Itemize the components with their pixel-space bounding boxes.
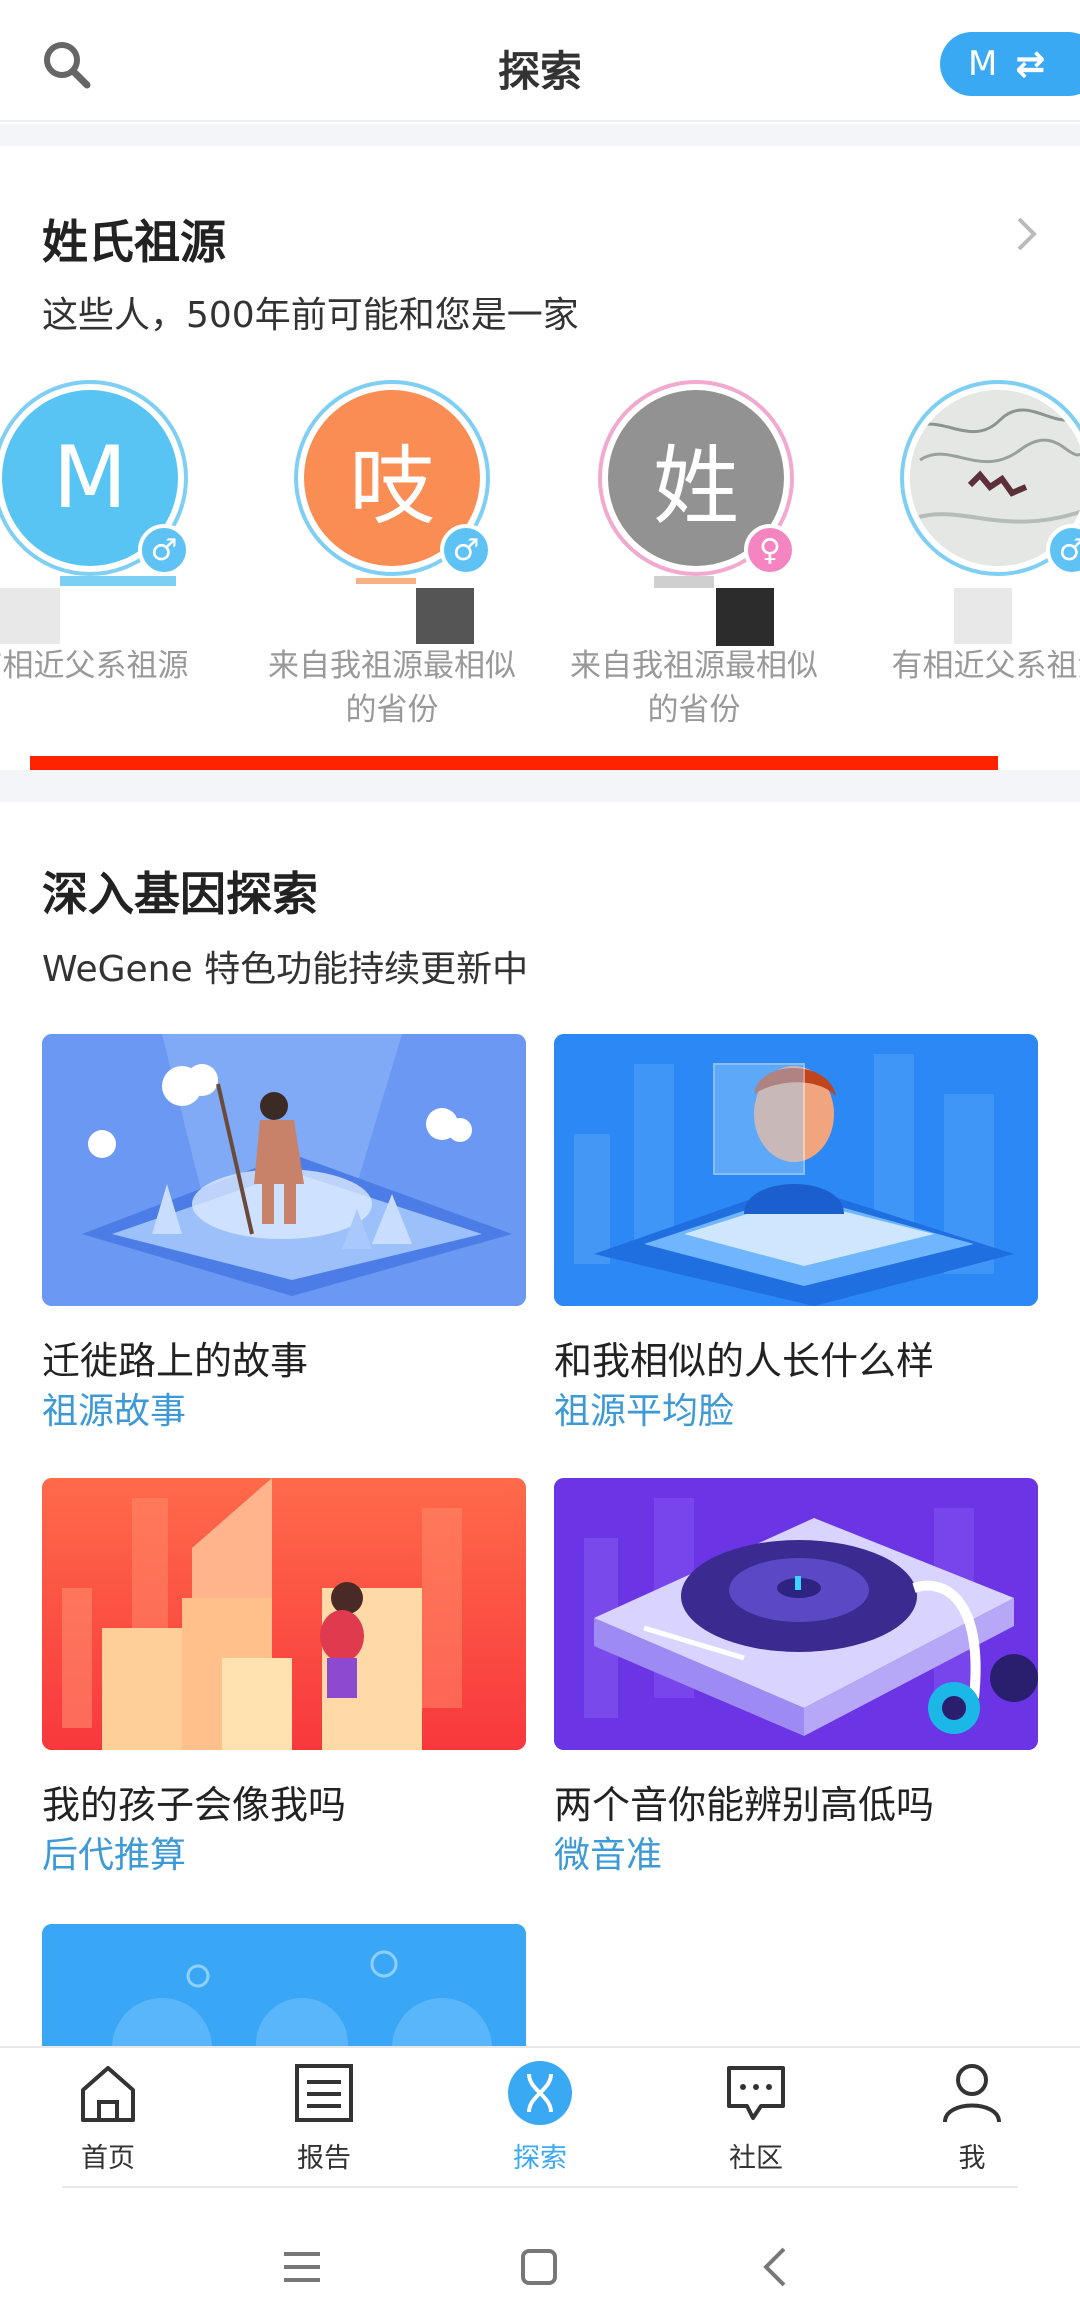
feature-card-offspring[interactable] xyxy=(42,1478,526,1750)
nav-item-report[interactable]: 报告 xyxy=(249,2048,399,2188)
dna-icon xyxy=(508,2061,572,2125)
name-redaction xyxy=(654,576,714,588)
name-redaction xyxy=(416,588,474,644)
feature-tag[interactable]: 祖源平均脸 xyxy=(554,1382,734,1434)
name-redaction xyxy=(0,588,60,644)
male-icon: ♂ xyxy=(138,524,190,576)
chat-icon xyxy=(727,2066,785,2120)
relative-label: 来自我祖源最相似的省份 xyxy=(570,648,818,728)
feature-card-ancestry-story[interactable] xyxy=(42,1034,526,1306)
explore-title: 深入基因探索 xyxy=(42,867,318,921)
surname-subtitle: 这些人，500年前可能和您是一家 xyxy=(42,295,579,336)
nav-label: 报告 xyxy=(297,2143,351,2174)
nav-item-home[interactable]: 首页 xyxy=(33,2048,183,2188)
relative-label: 有相近父系祖源 xyxy=(0,648,189,684)
menu-icon[interactable] xyxy=(282,2250,322,2284)
nav-item-community[interactable]: 社区 xyxy=(681,2048,831,2188)
explore-subtitle: WeGene 特色功能持续更新中 xyxy=(42,949,529,990)
male-icon: ♂ xyxy=(440,524,492,576)
relative-card-3[interactable]: 姓 ♀ xyxy=(598,380,796,576)
home-square-icon[interactable] xyxy=(520,2248,558,2286)
top-bar: 探索 M ⇄ xyxy=(0,0,1080,122)
feature-tag[interactable]: 后代推算 xyxy=(42,1826,186,1878)
section-gap xyxy=(0,770,1080,802)
name-redaction xyxy=(60,576,176,586)
feature-card-partial[interactable] xyxy=(42,1924,526,2048)
feature-title: 两个音你能辨别高低吗 xyxy=(554,1783,935,1827)
relative-label: 来自我祖源最相似的省份 xyxy=(268,648,516,728)
system-nav-bar xyxy=(0,2186,1080,2316)
surname-title: 姓氏祖源 xyxy=(42,215,226,269)
home-icon xyxy=(81,2066,135,2122)
name-redaction xyxy=(356,578,416,584)
chevron-right-icon[interactable] xyxy=(1014,214,1040,254)
relative-label: 有相近父系祖源 xyxy=(891,648,1080,684)
person-icon xyxy=(943,2064,1001,2123)
relative-card-1[interactable]: M ♂ xyxy=(0,380,190,576)
bottom-nav: 首页 报告 探索 社区 我 xyxy=(0,2046,1080,2186)
account-switch-label: M xyxy=(968,44,998,84)
name-redaction xyxy=(716,588,774,646)
feature-card-average-face[interactable] xyxy=(554,1034,1038,1306)
name-redaction xyxy=(954,588,1012,644)
nav-label: 首页 xyxy=(81,2143,135,2174)
relative-card-4[interactable]: ♂ xyxy=(900,380,1080,576)
nav-item-me[interactable]: 我 xyxy=(897,2048,1047,2188)
back-icon[interactable] xyxy=(762,2246,788,2288)
nav-label: 我 xyxy=(958,2143,986,2174)
feature-title: 我的孩子会像我吗 xyxy=(42,1783,347,1827)
nav-item-explore[interactable]: 探索 xyxy=(465,2048,615,2188)
relative-card-2[interactable]: 吱 ♂ xyxy=(294,380,492,576)
page-title: 探索 xyxy=(497,47,582,96)
nav-label: 探索 xyxy=(513,2143,567,2174)
feature-tag[interactable]: 微音准 xyxy=(554,1826,662,1878)
female-icon: ♀ xyxy=(744,524,796,576)
feature-tag[interactable]: 祖源故事 xyxy=(42,1382,186,1434)
account-switch-button[interactable]: M ⇄ xyxy=(940,32,1080,96)
report-icon xyxy=(295,2064,353,2122)
feature-title: 迁徙路上的故事 xyxy=(42,1339,309,1383)
divider xyxy=(62,2186,1018,2188)
section-gap xyxy=(0,124,1080,146)
switch-arrows-icon: ⇄ xyxy=(1015,43,1046,85)
feature-card-pitch[interactable] xyxy=(554,1478,1038,1750)
feature-title: 和我相似的人长什么样 xyxy=(554,1339,935,1383)
nav-label: 社区 xyxy=(729,2143,783,2174)
